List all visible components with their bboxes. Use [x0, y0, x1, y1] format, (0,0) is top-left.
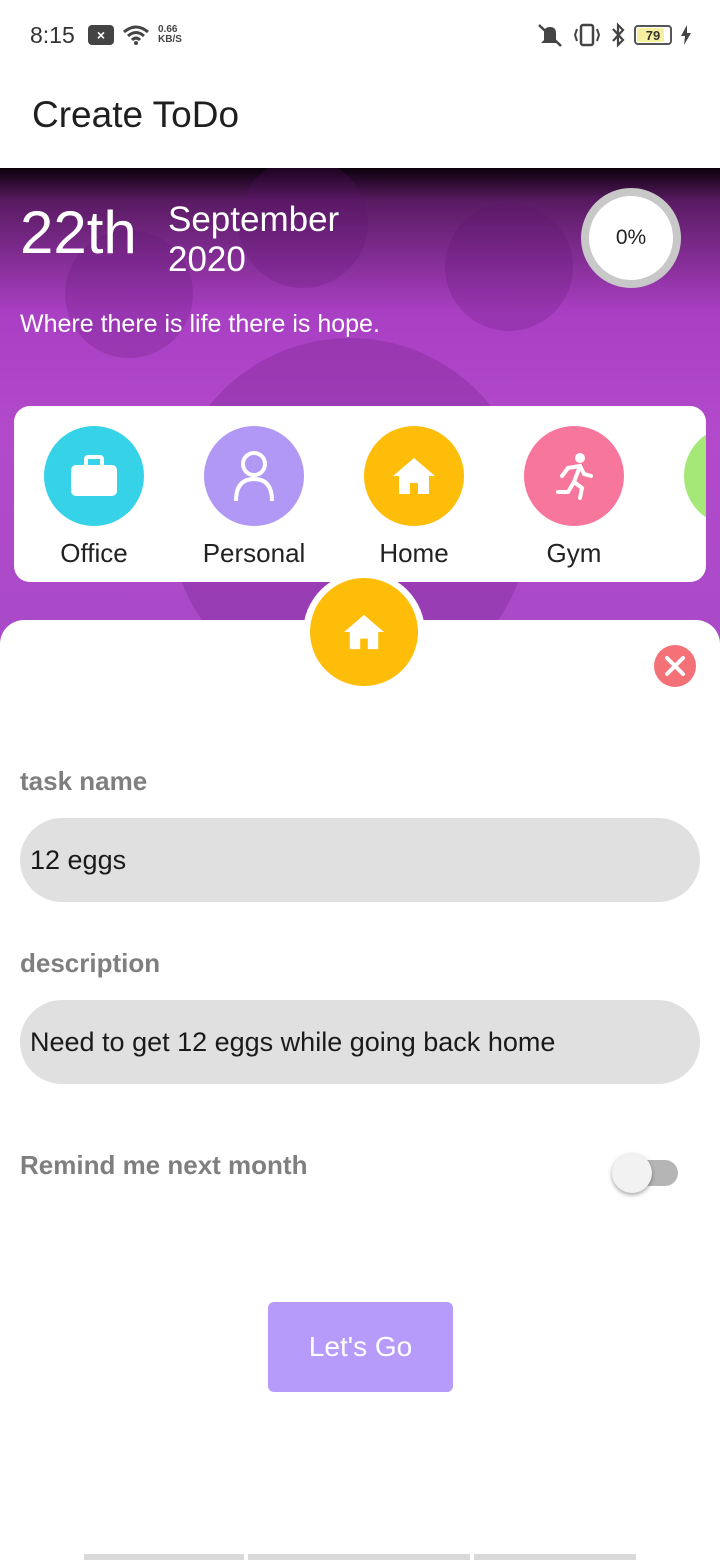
status-time: 8:15 [30, 22, 75, 48]
status-right-icons: 79 [536, 22, 692, 48]
status-bar: 8:15 × 0.66 KB/S 79 [0, 0, 720, 72]
date-day: 22th [20, 199, 137, 266]
status-left-icons: × 0.66 KB/S [88, 24, 182, 46]
category-office-circle[interactable] [44, 426, 144, 526]
nav-bar-segment [84, 1554, 244, 1560]
category-personal[interactable]: Personal [184, 426, 324, 569]
remind-toggle[interactable] [612, 1152, 680, 1194]
nav-bar-segment [248, 1554, 470, 1560]
category-label: Gym [546, 538, 602, 568]
toggle-thumb[interactable] [612, 1153, 652, 1193]
category-partial[interactable] [664, 426, 706, 538]
partial-category-icon[interactable] [684, 426, 706, 526]
lets-go-button[interactable]: Let's Go [268, 1302, 453, 1392]
date-year: 2020 [168, 240, 246, 279]
progress-indicator: 0% [581, 188, 681, 288]
selected-category-badge [310, 578, 418, 686]
remind-label: Remind me next month [20, 1150, 308, 1180]
create-todo-sheet [0, 620, 720, 1560]
background-bubble [445, 203, 573, 331]
description-label: description [20, 948, 161, 978]
quote-text: Where there is life there is hope. [20, 310, 380, 338]
close-icon [665, 656, 685, 676]
category-list[interactable]: Office Personal Home Gym [14, 406, 706, 582]
notification-icon: × [88, 25, 114, 45]
category-gym-circle[interactable] [524, 426, 624, 526]
battery-level: 79 [645, 27, 661, 43]
running-icon [556, 453, 593, 500]
category-label: Office [60, 538, 128, 568]
date-month-year: September 2020 [168, 200, 339, 280]
wifi-icon [123, 25, 149, 45]
briefcase-icon [71, 455, 117, 496]
home-icon [344, 614, 384, 650]
net-speed-unit: KB/S [158, 34, 182, 45]
app-bar: Create ToDo [0, 72, 720, 168]
description-input[interactable] [20, 1000, 700, 1084]
vibrate-icon [573, 23, 601, 47]
task-name-label: task name [20, 766, 148, 796]
mute-bell-icon [538, 24, 562, 47]
person-icon [234, 451, 274, 502]
task-name-input[interactable] [20, 818, 700, 902]
close-button[interactable] [654, 645, 696, 687]
category-label: Personal [202, 538, 306, 568]
category-label: Home [379, 538, 449, 568]
progress-value: 0% [615, 226, 647, 249]
category-personal-circle[interactable] [204, 426, 304, 526]
category-home-circle[interactable] [364, 426, 464, 526]
page-title: Create ToDo [32, 94, 240, 135]
category-home[interactable]: Home [344, 426, 484, 569]
bluetooth-icon [612, 22, 625, 48]
category-gym[interactable]: Gym [504, 426, 644, 569]
date-month: September [168, 200, 340, 239]
category-office[interactable]: Office [24, 426, 164, 569]
nav-bar-segment [474, 1554, 636, 1560]
home-icon [393, 458, 435, 494]
battery-icon: 79 [634, 25, 672, 45]
net-speed: 0.66 KB/S [158, 25, 182, 45]
charging-icon [681, 25, 691, 45]
